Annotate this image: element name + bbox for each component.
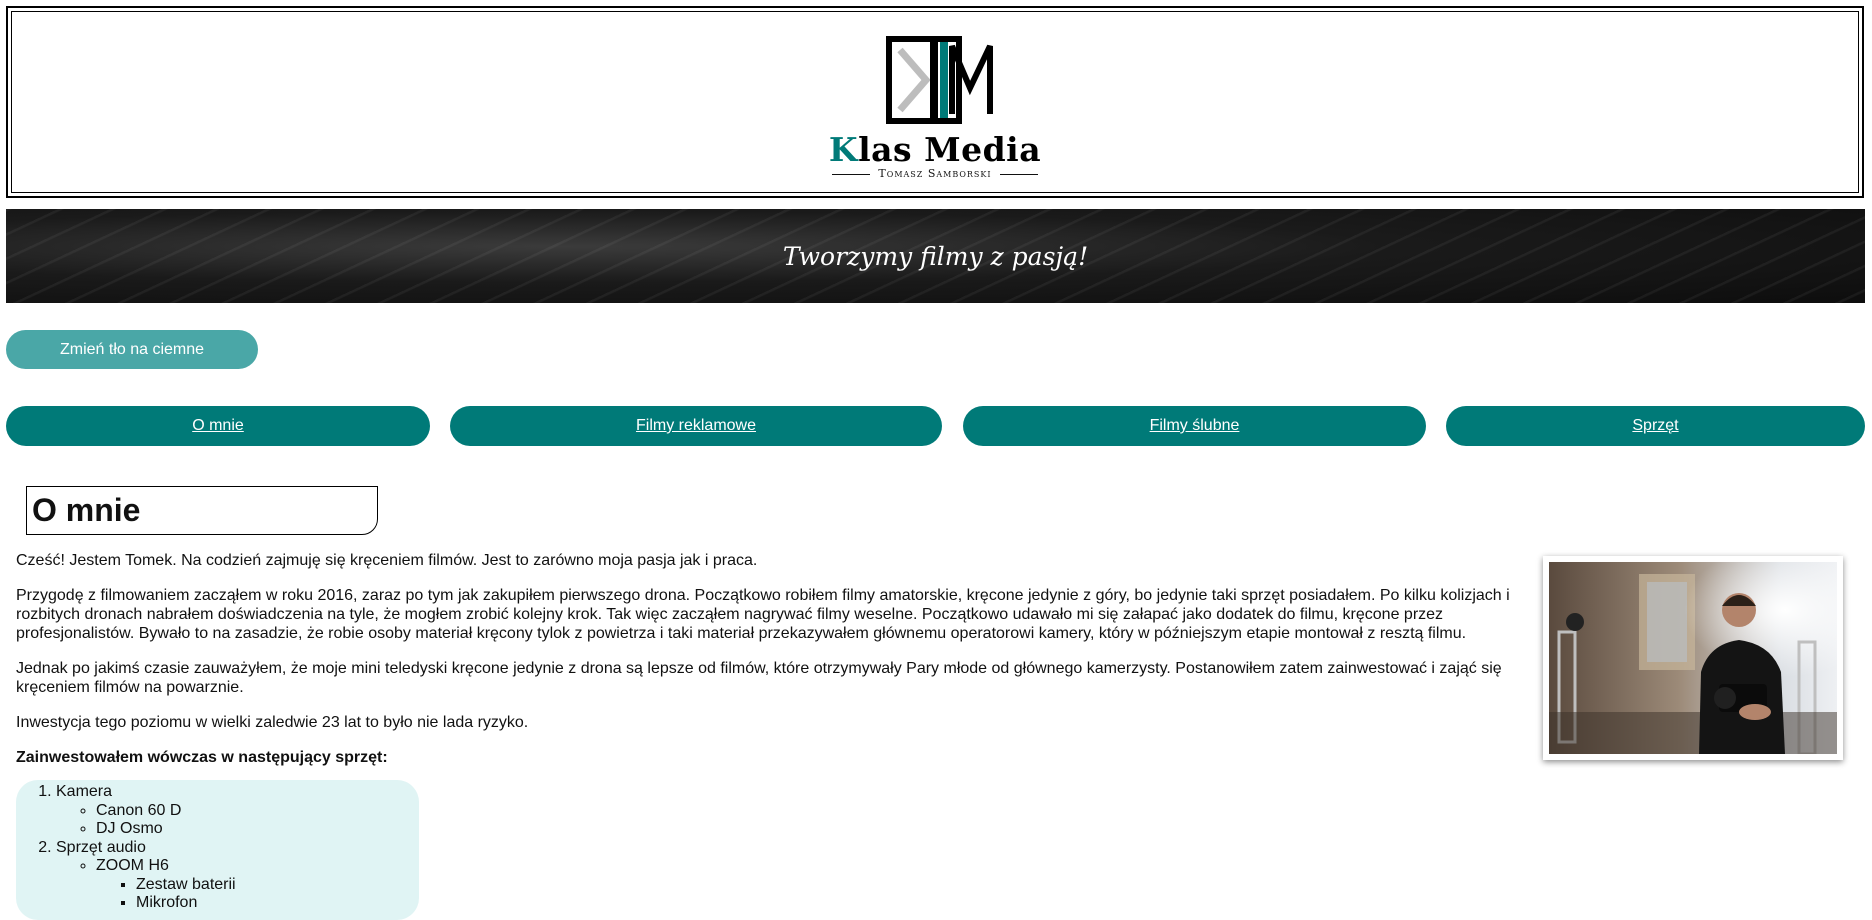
about-content: Cześć! Jestem Tomek. Na codzień zajmuję … — [16, 551, 1526, 783]
investment-paragraph: Inwestycja tego poziomu w wielki zaledwi… — [16, 714, 529, 731]
equipment-list: Kamera Canon 60 D DJ Osmo Sprzęt audio Z… — [16, 780, 419, 920]
nav-equipment[interactable]: Sprzęt — [1446, 406, 1865, 446]
photographer-photo-image — [1549, 562, 1837, 756]
list-item: Mikrofon — [136, 894, 419, 913]
brand-subtitle: Tomasz Samborski — [8, 167, 1862, 180]
list-item: Kamera Canon 60 D DJ Osmo — [56, 783, 419, 839]
brand-name: Klas Media — [828, 130, 1042, 169]
history-paragraph: Przygodę z filmowaniem zacząłem w roku 2… — [16, 587, 1510, 642]
header-logo-box: Klas Media Tomasz Samborski — [6, 6, 1864, 198]
hero-banner: Tworzymy filmy z pasją! — [6, 209, 1865, 303]
list-item: Canon 60 D — [96, 802, 419, 821]
profile-photo — [1543, 556, 1843, 760]
equipment-heading: Zainwestowałem wówczas w następujący spr… — [16, 749, 388, 766]
intro-paragraph: Cześć! Jestem Tomek. Na codzień zajmuję … — [16, 552, 758, 569]
list-item: Zestaw baterii — [136, 876, 419, 895]
nav-commercial-films[interactable]: Filmy reklamowe — [450, 406, 942, 446]
list-item: Sprzęt audio ZOOM H6 Zestaw baterii Mikr… — [56, 839, 419, 913]
klas-media-logo-icon — [886, 36, 993, 124]
dark-mode-toggle-button[interactable]: Zmień tło na ciemne — [6, 330, 258, 369]
list-item: ZOOM H6 Zestaw baterii Mikrofon — [96, 857, 419, 913]
nav-wedding-films[interactable]: Filmy ślubne — [963, 406, 1426, 446]
nav-about[interactable]: O mnie — [6, 406, 430, 446]
section-title: O mnie — [26, 486, 378, 535]
banner-tagline: Tworzymy filmy z pasją! — [782, 241, 1089, 271]
decision-paragraph: Jednak po jakimś czasie zauważyłem, że m… — [16, 660, 1502, 696]
list-item: DJ Osmo — [96, 820, 419, 839]
